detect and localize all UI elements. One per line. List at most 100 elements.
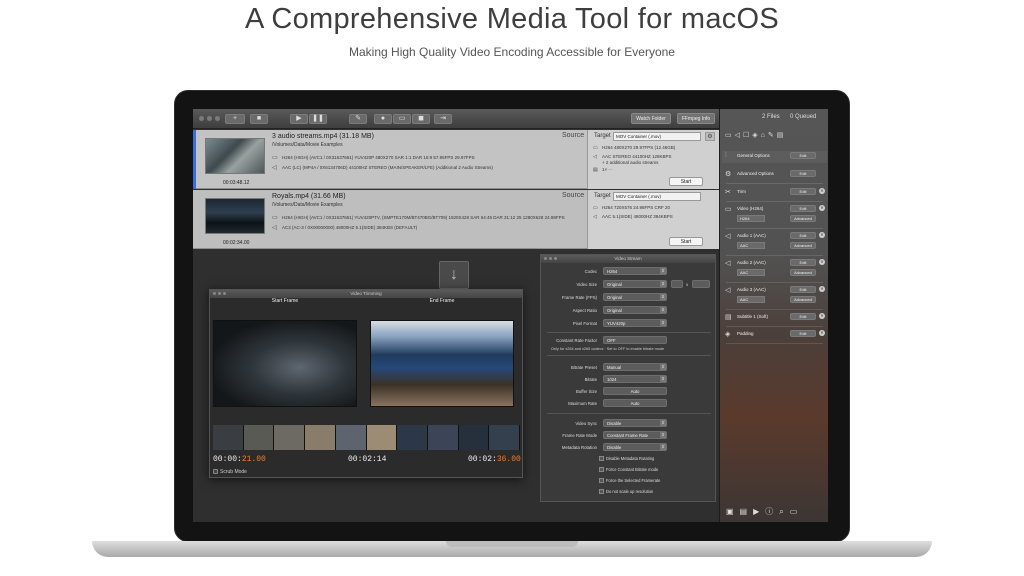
metadata-rotation-select[interactable]: Disable ⇕: [603, 443, 667, 451]
window-close-button[interactable]: [544, 257, 547, 260]
subtitle-row[interactable]: ▤ Subtitle 1 (Soft) Edit ✕: [722, 312, 827, 324]
codec-select[interactable]: H264 ⇕: [603, 267, 667, 275]
bitrate-preset-select[interactable]: Manual ⇕: [603, 363, 667, 371]
window-minimize-button[interactable]: [207, 116, 212, 121]
filmstrip[interactable]: [213, 425, 521, 450]
window-close-button[interactable]: [199, 116, 204, 121]
frame-rate-mode-label: Frame Rate Mode: [562, 433, 597, 438]
speaker-icon: ◁: [725, 260, 731, 267]
video-sync-label: Video Sync: [575, 421, 597, 426]
audio-2-codec-select[interactable]: AAC: [737, 269, 765, 276]
start-timecode[interactable]: 00:00:21.00: [213, 455, 266, 464]
force-constant-bitrate-checkbox[interactable]: Force Constant Bitrate mode: [599, 467, 658, 473]
general-options-row[interactable]: ⫶ General Options Edit: [722, 151, 827, 163]
add-file-button[interactable]: +: [225, 114, 245, 124]
speaker-icon: ◁: [725, 233, 731, 240]
video-edit-button[interactable]: Edit: [790, 205, 816, 212]
audio-1-advanced-button[interactable]: Advanced: [790, 242, 816, 249]
audio-2-label: Audio 2 (AAC): [737, 260, 766, 265]
speaker-icon: ◁: [725, 287, 731, 294]
force-framerate-checkbox[interactable]: Force the Selected Framerate: [599, 478, 660, 484]
frame-rate-mode-select[interactable]: Constant Frame Rate ⇕: [603, 431, 667, 439]
video-size-select[interactable]: Original ⇕: [603, 280, 667, 288]
aspect-ratio-select[interactable]: Original ⇕: [603, 306, 667, 314]
frame-rate-select[interactable]: Original ⇕: [603, 293, 667, 301]
bitrate-select[interactable]: 1024 ⇕: [603, 375, 667, 383]
export-icon[interactable]: ⇥: [434, 114, 452, 124]
video-codec-select[interactable]: H264: [737, 215, 765, 222]
queue-item[interactable]: 00:02:34.00 Royals.mp4 (31.66 MB) /Volum…: [193, 190, 719, 249]
edit-pencil-icon[interactable]: ✎: [349, 114, 367, 124]
audio-3-codec-select[interactable]: AAC: [737, 296, 765, 303]
trim-row[interactable]: ✂ Trim Edit ✕: [722, 187, 827, 199]
ffmpeg-info-button[interactable]: FFmpeg Info: [677, 113, 715, 124]
start-button[interactable]: Start: [669, 177, 703, 186]
queue-item[interactable]: 00:03:48.12 3 audio streams.mp4 (31.18 M…: [193, 130, 719, 189]
close-icon[interactable]: ✕: [819, 188, 825, 194]
audio-2-row[interactable]: ◁ Audio 2 (AAC) Edit ✕ AAC Advanced: [722, 258, 827, 280]
padding-edit-button[interactable]: Edit: [790, 330, 816, 337]
window-close-button[interactable]: [213, 292, 216, 295]
disable-metadata-rotating-checkbox[interactable]: Disable Metadata Rotating: [599, 456, 654, 462]
audio-1-codec-select[interactable]: AAC: [737, 242, 765, 249]
close-icon[interactable]: ✕: [819, 313, 825, 319]
audio-2-edit-button[interactable]: Edit: [790, 259, 816, 266]
general-edit-button[interactable]: Edit: [790, 152, 816, 159]
window-minimize-button[interactable]: [218, 292, 221, 295]
video-thumbnail: [205, 198, 265, 234]
video-stream-row[interactable]: ▭ Video (H264) Edit ✕ H264 Advanced: [722, 204, 827, 226]
pause-button[interactable]: ❚❚: [309, 114, 327, 124]
audio-3-edit-button[interactable]: Edit: [790, 286, 816, 293]
watch-folder-button[interactable]: Watch Folder: [631, 113, 671, 124]
play-button[interactable]: ▶: [290, 114, 308, 124]
start-button[interactable]: Start: [669, 237, 703, 246]
no-upscale-checkbox[interactable]: Do not scale up resolution: [599, 489, 653, 495]
end-timecode[interactable]: 00:02:36.00: [468, 455, 521, 464]
close-icon[interactable]: ✕: [819, 286, 825, 292]
audio-3-row[interactable]: ◁ Audio 3 (AAC) Edit ✕ AAC Advanced: [722, 285, 827, 307]
gear-icon[interactable]: ⚙: [705, 132, 715, 141]
film-icon[interactable]: ▭: [393, 114, 411, 124]
target-video-info: H264 480X270 29.97FPS (12.46GB): [602, 145, 676, 150]
camera-icon[interactable]: ◼: [412, 114, 430, 124]
close-icon[interactable]: ✕: [819, 232, 825, 238]
video-advanced-button[interactable]: Advanced: [790, 215, 816, 222]
video-sync-select[interactable]: Disable ⇕: [603, 419, 667, 427]
record-icon[interactable]: ●: [374, 114, 392, 124]
window-zoom-button[interactable]: [215, 116, 220, 121]
video-icon: ▭: [593, 145, 598, 151]
trim-edit-button[interactable]: Edit: [790, 188, 816, 195]
max-rate-field[interactable]: Auto: [603, 399, 667, 407]
height-field[interactable]: [692, 280, 710, 288]
close-icon[interactable]: ✕: [819, 330, 825, 336]
audio-2-advanced-button[interactable]: Advanced: [790, 269, 816, 276]
divider: [547, 332, 711, 333]
scrub-mode-checkbox[interactable]: Scrub Mode: [213, 469, 247, 475]
sidebar-bottom-icons[interactable]: ▣▤▶ⓘ⌕▭: [726, 506, 803, 517]
window-minimize-button[interactable]: [549, 257, 552, 260]
padding-row[interactable]: ◈ Padding Edit ✕: [722, 329, 827, 341]
window-zoom-button[interactable]: [554, 257, 557, 260]
window-zoom-button[interactable]: [223, 292, 226, 295]
subtitle-edit-button[interactable]: Edit: [790, 313, 816, 320]
divider: [726, 255, 823, 256]
target-format-select[interactable]: MOV Container (.mov): [613, 132, 701, 141]
close-icon[interactable]: ✕: [819, 205, 825, 211]
advanced-options-row[interactable]: ⚙ Advanced Options Edit: [722, 169, 827, 181]
stop-button[interactable]: ■: [250, 114, 268, 124]
pixel-format-select[interactable]: YUV420p ⇕: [603, 319, 667, 327]
output-preset-icons[interactable]: ▭◁☐◈⌂✎▤: [725, 131, 786, 139]
gear-icon: ⚙: [725, 171, 732, 178]
audio-1-row[interactable]: ◁ Audio 1 (AAC) Edit ✕ AAC Advanced: [722, 231, 827, 253]
crf-field[interactable]: OFF: [603, 336, 667, 344]
width-field[interactable]: [671, 280, 683, 288]
buffer-size-field[interactable]: Auto: [603, 387, 667, 395]
audio-3-advanced-button[interactable]: Advanced: [790, 296, 816, 303]
close-icon[interactable]: ✕: [819, 259, 825, 265]
source-label: Source: [562, 132, 585, 139]
app-window: + ■ ▶ ❚❚ ✎ ● ▭ ◼ ⇥ Watch Folder FFmpeg I…: [193, 109, 828, 522]
audio-1-edit-button[interactable]: Edit: [790, 232, 816, 239]
audio-stream-icon: ◁: [272, 225, 277, 231]
target-format-select[interactable]: MOV Container (.mov): [613, 192, 701, 201]
advanced-edit-button[interactable]: Edit: [790, 170, 816, 177]
